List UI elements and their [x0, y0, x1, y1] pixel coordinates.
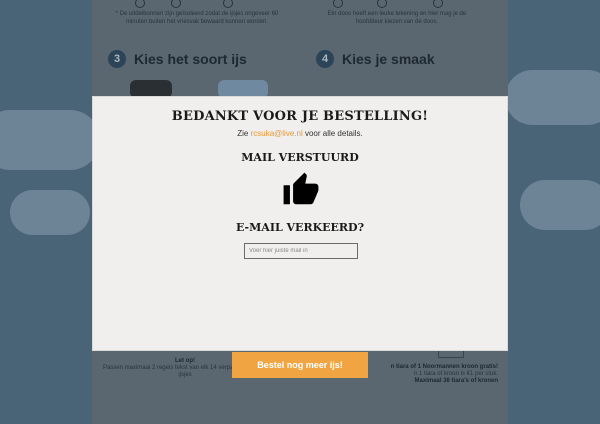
step-right-text: Ein doos heeft een leuke tekening en hie… — [327, 11, 467, 25]
step-4-number: 4 — [316, 50, 334, 68]
step-dot — [171, 0, 181, 8]
bottom-left-title: Let op! — [175, 358, 195, 364]
thumbs-up-icon — [283, 172, 319, 205]
cloud-decoration — [520, 180, 600, 230]
step-dot — [433, 0, 443, 8]
bottom-right-line3: Maximaal 36 tiara's of kronen — [414, 378, 498, 384]
modal-subtitle: Zie rcsuka@live.nl voor alle details. — [93, 129, 507, 138]
cloud-decoration — [10, 190, 90, 235]
step-3-number: 3 — [108, 50, 126, 68]
modal-title: BEDANKT VOOR JE BESTELLING! — [171, 109, 429, 124]
step-left-text: * De uitdelbonnen zijn geïsoleerd zodat … — [115, 11, 279, 25]
subtitle-suffix: voor alle details. — [304, 129, 363, 138]
step-3-title: Kies het soort ijs — [134, 51, 247, 67]
bottom-right-line1: n tiara of 1 Noormannen kroon gratis! — [390, 364, 498, 370]
order-more-button[interactable]: Bestel nog meer ijs! — [232, 352, 368, 378]
step-dot — [135, 0, 145, 8]
subtitle-prefix: Zie — [237, 129, 249, 138]
step-4-title: Kies je smaak — [342, 51, 435, 67]
background-steps-row: * De uitdelbonnen zijn geïsoleerd zodat … — [92, 0, 508, 40]
bottom-right-note: n tiara of 1 Noormannen kroon gratis! n … — [370, 364, 498, 385]
step-4-heading: 4 Kies je smaak — [316, 50, 435, 68]
cloud-decoration — [0, 110, 100, 170]
step-dot — [333, 0, 343, 8]
step-3-heading: 3 Kies het soort ijs — [108, 50, 247, 68]
bottom-right-line2: n 1 tiara of kroon is €1 per stuk. — [413, 371, 498, 377]
cloud-decoration — [505, 70, 600, 125]
step-dot — [223, 0, 233, 8]
correct-email-input[interactable] — [244, 243, 358, 259]
email-link[interactable]: rcsuka@live.nl — [251, 129, 303, 138]
order-confirmation-modal: BEDANKT VOOR JE BESTELLING! Zie rcsuka@l… — [92, 96, 508, 351]
wrong-email-heading: E-MAIL VERKEERD? — [235, 221, 365, 234]
step-dot — [377, 0, 387, 8]
mail-sent-heading: MAIL VERSTUURD — [241, 151, 359, 164]
